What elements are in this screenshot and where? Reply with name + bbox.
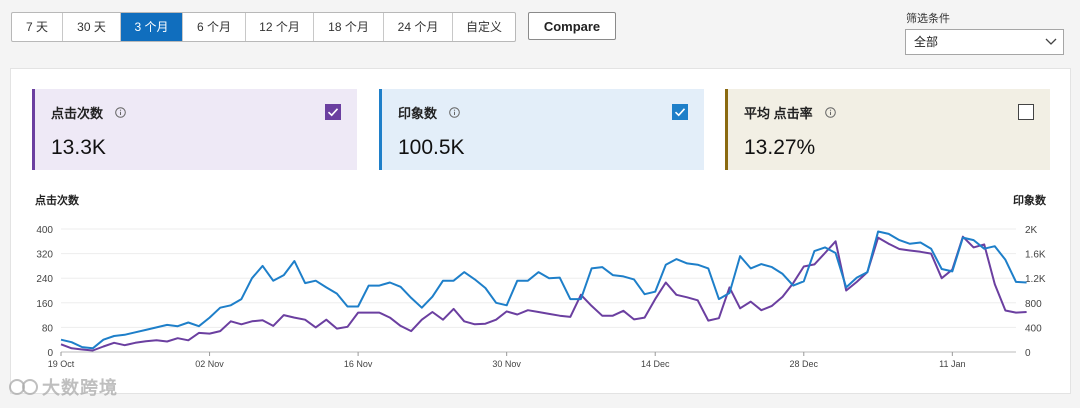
- filter-selected-value: 全部: [914, 35, 939, 49]
- range-option-6[interactable]: 24 个月: [384, 13, 453, 41]
- range-option-5[interactable]: 18 个月: [314, 13, 384, 41]
- x-axis-tick: 28 Dec: [790, 359, 819, 369]
- range-option-0[interactable]: 7 天: [12, 13, 63, 41]
- left-axis-tick: 320: [36, 250, 53, 261]
- range-option-1[interactable]: 30 天: [63, 13, 121, 41]
- range-option-7[interactable]: 自定义: [453, 13, 515, 41]
- right-axis-tick: 1.6K: [1025, 250, 1046, 261]
- chevron-down-icon: [1045, 38, 1057, 45]
- filter-label: 筛选条件: [906, 13, 950, 25]
- right-axis-tick: 800: [1025, 299, 1042, 310]
- right-axis-tick: 400: [1025, 323, 1042, 334]
- left-axis-tick: 80: [42, 323, 54, 334]
- x-axis-tick: 19 Oct: [48, 359, 75, 369]
- x-axis-tick: 16 Nov: [344, 359, 373, 369]
- range-option-2[interactable]: 3 个月: [121, 13, 183, 41]
- x-axis-tick: 02 Nov: [195, 359, 224, 369]
- filter-dropdown[interactable]: 全部: [905, 29, 1064, 55]
- date-range-selector: 7 天 30 天3 个月 6 个月 12 个月 18 个月 24 个月 自定义: [11, 12, 516, 42]
- x-axis-tick: 14 Dec: [641, 359, 670, 369]
- compare-button[interactable]: Compare: [528, 12, 616, 40]
- range-option-3[interactable]: 6 个月: [183, 13, 246, 41]
- watermark-text: 大数跨境: [42, 378, 118, 398]
- performance-chart: 0 80 160 240 320 400 0 400 800 1.2K 1.6K 2K 19 Oct 02…: [36, 225, 1046, 369]
- right-axis-tick: 0: [1025, 348, 1031, 359]
- watermark: 大数跨境: [8, 374, 118, 400]
- performance-panel: 点击次数 13.3K 印象数 100.5K 平均 点击率 13.27% 点击次数…: [10, 68, 1071, 394]
- series-line-impressions: [60, 230, 1027, 350]
- right-axis-tick: 1.2K: [1025, 274, 1046, 285]
- x-axis-tick: 30 Nov: [492, 359, 521, 369]
- left-axis-tick: 0: [47, 348, 53, 359]
- left-axis-tick: 240: [36, 274, 53, 285]
- range-option-4[interactable]: 12 个月: [246, 13, 314, 41]
- watermark-logo-icon: [9, 379, 38, 395]
- left-axis-tick: 160: [36, 299, 53, 310]
- x-axis-tick: 11 Jan: [939, 359, 965, 369]
- left-axis-tick: 400: [36, 225, 53, 236]
- right-axis-tick: 2K: [1025, 225, 1038, 236]
